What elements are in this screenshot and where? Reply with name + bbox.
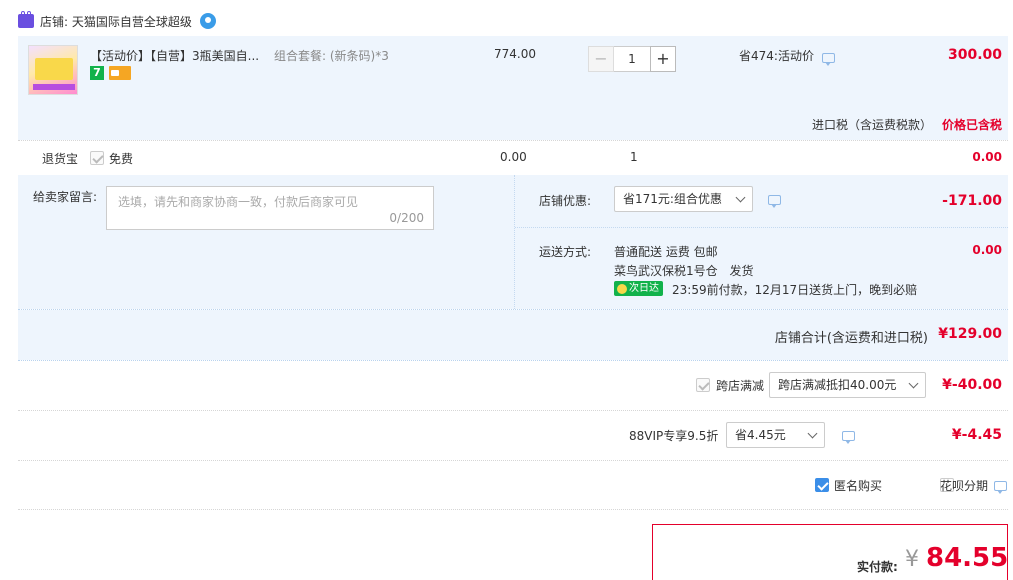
payment-label: 实付款:: [857, 560, 898, 574]
message-placeholder: 选填，请先和商家协商一致，付款后商家可见: [118, 195, 359, 209]
wangwang-chat-icon[interactable]: [199, 13, 216, 29]
message-label: 给卖家留言:: [33, 190, 98, 204]
shop-total-label: 店铺合计(含运费和进口税): [774, 331, 928, 346]
vip-amount: ¥-4.45: [951, 427, 1002, 443]
return-insurance-price: 0.00: [500, 150, 527, 164]
payment-currency: ¥: [905, 547, 919, 572]
anonymous-checkbox[interactable]: [815, 478, 829, 492]
shop-name[interactable]: 店铺: 天猫国际自营全球超级: [40, 13, 192, 30]
seven-day-return-badge: 7: [90, 66, 104, 80]
lightning-icon: [617, 283, 627, 294]
return-insurance-total: 0.00: [972, 150, 1002, 164]
shop-total-row: 店铺合计(含运费和进口税) ¥129.00: [18, 310, 1008, 360]
cross-store-amount: ¥-40.00: [942, 377, 1002, 393]
shop-total-amount: ¥129.00: [938, 326, 1002, 342]
delivery-note: 23:59前付款，12月17日送货上门，晚到必赔: [672, 283, 918, 297]
huabei-info-icon[interactable]: [994, 481, 1007, 494]
shipping-amount: 0.00: [972, 243, 1002, 257]
vip-row: 88VIP专享9.5折 省4.45元 ¥-4.45: [18, 411, 1008, 460]
shop-discount-label: 店铺优惠:: [539, 194, 592, 208]
anonymous-label[interactable]: 匿名购买: [834, 477, 882, 494]
cross-store-label: 跨店满减: [716, 379, 765, 393]
order-options-block: 给卖家留言: 选填，请先和商家协商一致，付款后商家可见 0/200 店铺优惠: …: [18, 175, 1008, 309]
shipping-warehouse: 菜鸟武汉保税1号仓 发货: [614, 264, 754, 278]
import-tax-status: 价格已含税: [941, 118, 1002, 132]
return-insurance-label: 退货宝: [42, 152, 79, 166]
return-insurance-row: 退货宝 免费 0.00 1 0.00: [18, 141, 1008, 175]
cross-store-row: 跨店满减 跨店满减抵扣40.00元 ¥-40.00: [18, 361, 1008, 410]
import-tax-label: 进口税（含运费税款）: [812, 118, 933, 132]
chevron-down-icon: [908, 378, 919, 389]
shipping-label: 运送方式:: [539, 245, 592, 259]
promo-info-icon[interactable]: [822, 53, 835, 66]
message-counter: 0/200: [389, 211, 424, 225]
product-thumbnail[interactable]: [28, 45, 78, 95]
chevron-down-icon: [807, 428, 818, 439]
quantity-input[interactable]: 1: [614, 46, 650, 72]
purchase-options-row: 匿名购买 花呗分期: [18, 461, 1008, 509]
item-subtotal: 300.00: [947, 47, 1002, 63]
cross-store-select[interactable]: 跨店满减抵扣40.00元: [769, 372, 926, 398]
return-insurance-checkbox[interactable]: [90, 151, 104, 165]
return-insurance-qty: 1: [630, 150, 638, 164]
promo-label: 省474:活动价: [739, 49, 814, 63]
decrease-button[interactable]: −: [588, 46, 614, 72]
shop-discount-select[interactable]: 省171元:组合优惠: [614, 186, 753, 212]
item-row: 【活动价】【自营】3瓶美国自... 组合套餐: (新条码)*3 7 774.00…: [18, 36, 1008, 140]
vip-select[interactable]: 省4.45元: [726, 422, 825, 448]
shipping-method: 普通配送 运费 包邮: [614, 245, 718, 259]
quantity-stepper: − 1 +: [588, 46, 676, 72]
unit-price: 774.00: [494, 47, 536, 61]
payment-amount: 84.55: [926, 543, 1009, 573]
vip-label: 88VIP专享9.5折: [629, 429, 719, 443]
discount-info-icon[interactable]: [768, 195, 781, 208]
increase-button[interactable]: +: [650, 46, 676, 72]
vip-info-icon[interactable]: [842, 431, 855, 444]
shop-discount-amount: -171.00: [942, 193, 1002, 209]
huabei-label[interactable]: 花呗分期: [940, 477, 988, 494]
return-insurance-option: 免费: [109, 152, 134, 166]
package-spec: 组合套餐: (新条码)*3: [274, 49, 389, 63]
message-textarea[interactable]: 选填，请先和商家协商一致，付款后商家可见 0/200: [106, 186, 434, 230]
next-day-badge: 次日达: [614, 281, 663, 296]
shop-header: 店铺: 天猫国际自营全球超级: [18, 10, 216, 32]
tmall-shop-icon: [18, 11, 34, 28]
cross-store-checkbox[interactable]: [696, 378, 710, 392]
payment-summary: 实付款: ¥ 84.55: [652, 524, 1008, 580]
credit-card-icon: [109, 66, 131, 80]
chevron-down-icon: [735, 192, 746, 203]
product-title[interactable]: 【活动价】【自营】3瓶美国自...: [90, 47, 259, 64]
